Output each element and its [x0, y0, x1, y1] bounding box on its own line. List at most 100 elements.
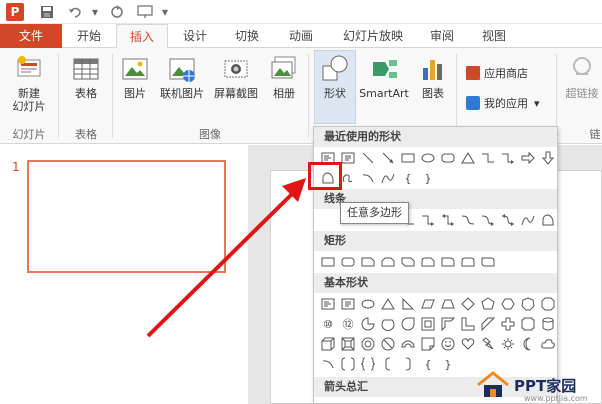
l-shape-icon[interactable]: [458, 315, 478, 333]
donut-icon[interactable]: [358, 335, 378, 353]
tab-insert[interactable]: 插入: [116, 24, 168, 49]
teardrop-icon[interactable]: [398, 315, 418, 333]
pentagon-icon[interactable]: [478, 295, 498, 313]
curved-double-arrow-icon[interactable]: [498, 211, 518, 229]
arc-icon[interactable]: [318, 355, 338, 373]
elbow-arrow-connector-icon[interactable]: [498, 149, 518, 167]
oval-icon[interactable]: [418, 149, 438, 167]
sun-icon[interactable]: [498, 335, 518, 353]
curve-icon[interactable]: [378, 169, 398, 187]
left-bracket-icon[interactable]: [378, 355, 398, 373]
round-single-corner-rectangle-icon[interactable]: [438, 253, 458, 271]
down-arrow-icon[interactable]: [538, 149, 557, 167]
half-frame-icon[interactable]: [438, 315, 458, 333]
trapezoid-icon[interactable]: [438, 295, 458, 313]
present-icon[interactable]: [136, 3, 154, 21]
folded-corner-icon[interactable]: [418, 335, 438, 353]
round-same-side-rectangle-icon[interactable]: [458, 253, 478, 271]
heptagon-icon[interactable]: [518, 295, 538, 313]
round-diagonal-rectangle-icon[interactable]: [478, 253, 498, 271]
shapes-button[interactable]: 形状: [314, 54, 356, 100]
double-brace-icon[interactable]: [358, 355, 378, 373]
frame-icon[interactable]: [418, 315, 438, 333]
tab-review[interactable]: 审阅: [418, 24, 466, 48]
no-symbol-icon[interactable]: [378, 335, 398, 353]
undo-dropdown-icon[interactable]: ▾: [90, 3, 100, 21]
snip-round-rectangle-icon[interactable]: [418, 253, 438, 271]
right-arrow-icon[interactable]: [518, 149, 538, 167]
dodecagon-icon[interactable]: ⑫: [338, 315, 358, 333]
app-store-button[interactable]: 应用商店: [466, 64, 528, 82]
tab-slideshow[interactable]: 幻灯片放映: [332, 24, 414, 48]
elbow-double-arrow-icon[interactable]: [438, 211, 458, 229]
octagon-icon[interactable]: [538, 295, 557, 313]
hyperlink-button[interactable]: 超链接: [562, 54, 602, 100]
right-bracket-icon[interactable]: [398, 355, 418, 373]
text-box-icon[interactable]: [318, 295, 338, 313]
triangle-icon[interactable]: [458, 149, 478, 167]
chord-icon[interactable]: [378, 315, 398, 333]
triangle-icon[interactable]: [378, 295, 398, 313]
cross-icon[interactable]: [498, 315, 518, 333]
elbow-connector-icon[interactable]: [478, 149, 498, 167]
double-bracket-icon[interactable]: [338, 355, 358, 373]
pie-icon[interactable]: [358, 315, 378, 333]
decagon-icon[interactable]: ⑩: [318, 315, 338, 333]
diamond-icon[interactable]: [458, 295, 478, 313]
right-brace-icon[interactable]: }: [438, 355, 458, 373]
smiley-face-icon[interactable]: [438, 335, 458, 353]
rounded-rectangle-icon[interactable]: [438, 149, 458, 167]
rounded-rectangle-icon[interactable]: [338, 253, 358, 271]
freeform-icon[interactable]: [538, 211, 557, 229]
slide-thumbnail[interactable]: [27, 160, 226, 273]
customize-qat-icon[interactable]: ▾: [160, 3, 170, 21]
bevel-icon[interactable]: [338, 335, 358, 353]
right-brace-icon[interactable]: }: [418, 169, 438, 187]
plaque-icon[interactable]: [518, 315, 538, 333]
tab-file[interactable]: 文件: [0, 24, 62, 48]
smartart-button[interactable]: SmartArt: [358, 54, 410, 100]
vertical-text-box-icon[interactable]: [338, 295, 358, 313]
arc-icon[interactable]: [358, 169, 378, 187]
rectangle-icon[interactable]: [318, 253, 338, 271]
online-picture-button[interactable]: 联机图片: [156, 54, 208, 100]
undo-icon[interactable]: [66, 3, 84, 21]
table-button[interactable]: 表格: [64, 54, 108, 100]
line-icon[interactable]: [358, 149, 378, 167]
tab-transitions[interactable]: 切换: [222, 24, 272, 48]
block-arc-icon[interactable]: [398, 335, 418, 353]
new-slide-button[interactable]: 新建 幻灯片: [6, 54, 52, 113]
screenshot-button[interactable]: 屏幕截图: [210, 54, 262, 100]
snip-corner-rectangle-icon[interactable]: [358, 253, 378, 271]
cloud-icon[interactable]: [538, 335, 557, 353]
snip-diagonal-rectangle-icon[interactable]: [398, 253, 418, 271]
tab-view[interactable]: 视图: [470, 24, 518, 48]
tab-design[interactable]: 设计: [172, 24, 218, 48]
arrow-line-icon[interactable]: [378, 149, 398, 167]
moon-icon[interactable]: [518, 335, 538, 353]
lightning-bolt-icon[interactable]: [478, 335, 498, 353]
chart-button[interactable]: 图表: [414, 54, 452, 100]
snip-same-side-rectangle-icon[interactable]: [378, 253, 398, 271]
diagonal-stripe-icon[interactable]: [478, 315, 498, 333]
picture-button[interactable]: 图片: [118, 54, 152, 100]
redo-icon[interactable]: [108, 3, 126, 21]
left-brace-icon[interactable]: {: [398, 169, 418, 187]
cube-icon[interactable]: [318, 335, 338, 353]
elbow-arrow-connector-icon[interactable]: [418, 211, 438, 229]
curved-arrow-connector-icon[interactable]: [478, 211, 498, 229]
rectangle-icon[interactable]: [398, 149, 418, 167]
save-icon[interactable]: [38, 3, 56, 21]
can-icon[interactable]: [538, 315, 557, 333]
oval-icon[interactable]: [358, 295, 378, 313]
right-triangle-icon[interactable]: [398, 295, 418, 313]
left-brace-icon[interactable]: {: [418, 355, 438, 373]
tab-animations[interactable]: 动画: [276, 24, 326, 48]
curve-icon[interactable]: [518, 211, 538, 229]
album-button[interactable]: 相册: [266, 54, 302, 100]
heart-icon[interactable]: [458, 335, 478, 353]
my-apps-button[interactable]: 我的应用 ▾: [466, 94, 540, 112]
tab-home[interactable]: 开始: [66, 24, 112, 48]
hexagon-icon[interactable]: [498, 295, 518, 313]
curved-connector-icon[interactable]: [458, 211, 478, 229]
